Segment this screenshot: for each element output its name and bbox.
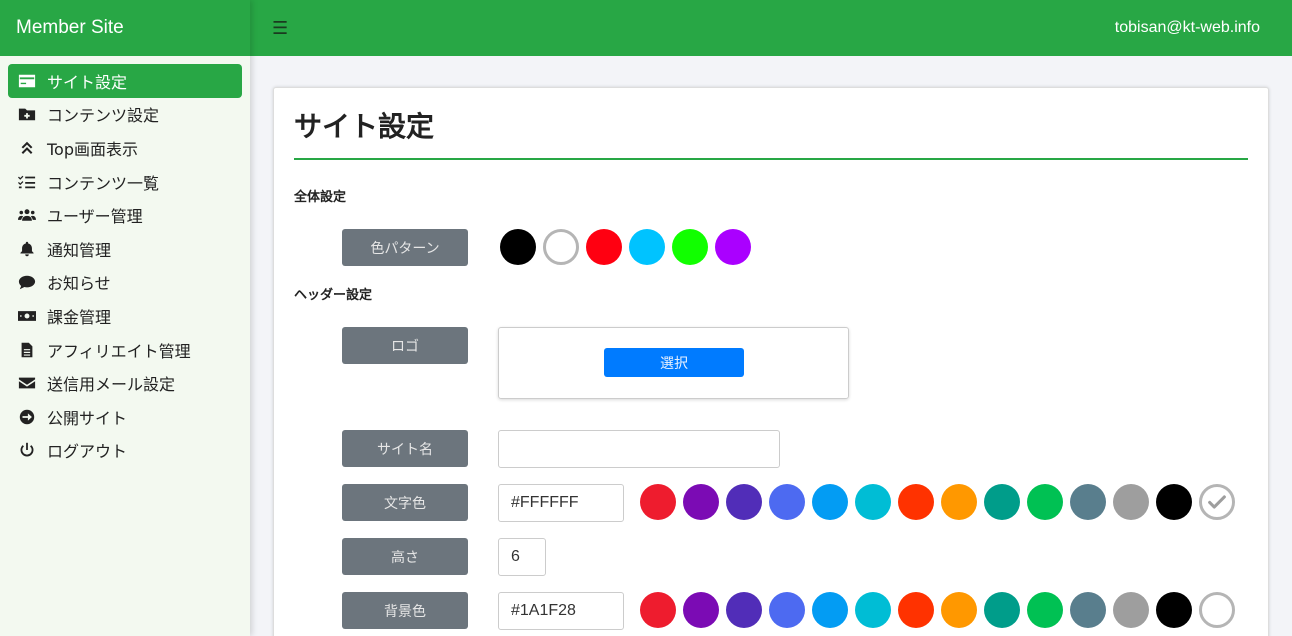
height-input[interactable]	[498, 538, 546, 576]
height-label: 高さ	[342, 538, 468, 575]
color-swatch[interactable]	[672, 229, 708, 265]
color-swatch[interactable]	[855, 484, 891, 520]
sidebar-item-affiliate[interactable]: アフィリエイト管理	[8, 333, 242, 367]
sidebar-item-label: 送信用メール設定	[47, 375, 176, 395]
arrow-circle-right-icon	[16, 408, 38, 426]
color-swatch[interactable]	[683, 592, 719, 628]
site-name-input[interactable]	[498, 430, 780, 468]
color-swatch[interactable]	[1027, 484, 1063, 520]
color-swatch[interactable]	[941, 484, 977, 520]
sidebar-item-content-list[interactable]: コンテンツ一覧	[8, 165, 242, 199]
color-swatch[interactable]	[1027, 592, 1063, 628]
folder-plus-icon	[16, 105, 38, 123]
color-swatch[interactable]	[629, 229, 665, 265]
color-swatch[interactable]	[898, 592, 934, 628]
sidebar-item-content-settings[interactable]: コンテンツ設定	[8, 98, 242, 132]
color-swatch[interactable]	[769, 592, 805, 628]
bell-icon	[16, 240, 38, 258]
color-swatch[interactable]	[726, 484, 762, 520]
user-email[interactable]: tobisan@kt-web.info	[1115, 19, 1260, 37]
sidebar-item-label: お知らせ	[47, 274, 111, 294]
sidebar-item-label: コンテンツ設定	[47, 106, 160, 126]
sidebar: Member Site サイト設定 コンテンツ設定 Top画面表示 コンテンツ一…	[0, 0, 250, 636]
sidebar-item-notifications[interactable]: 通知管理	[8, 232, 242, 266]
sidebar-item-user-management[interactable]: ユーザー管理	[8, 198, 242, 232]
check-icon	[1208, 495, 1226, 509]
users-icon	[16, 206, 38, 224]
color-swatch[interactable]	[500, 229, 536, 265]
color-swatch[interactable]	[812, 484, 848, 520]
color-swatch[interactable]	[715, 229, 751, 265]
color-swatch[interactable]	[941, 592, 977, 628]
color-swatch[interactable]	[1113, 592, 1149, 628]
sidebar-item-label: アフィリエイト管理	[47, 341, 191, 361]
color-swatch[interactable]	[984, 484, 1020, 520]
top-bar: ☰ tobisan@kt-web.info	[250, 0, 1292, 56]
color-swatch[interactable]	[855, 592, 891, 628]
angle-double-up-icon	[16, 139, 38, 157]
color-swatch[interactable]	[640, 592, 676, 628]
money-bill-icon	[16, 307, 38, 325]
envelope-icon	[16, 374, 38, 392]
color-swatch[interactable]	[640, 484, 676, 520]
sidebar-nav: サイト設定 コンテンツ設定 Top画面表示 コンテンツ一覧 ユーザー管理 通知管…	[0, 56, 250, 467]
logo-upload-box: 選択	[498, 327, 849, 399]
color-pattern-label: 色パターン	[342, 229, 468, 266]
sidebar-item-public-site[interactable]: 公開サイト	[8, 400, 242, 434]
sidebar-item-label: 通知管理	[47, 240, 112, 260]
sidebar-item-label: ログアウト	[47, 442, 128, 462]
color-swatch[interactable]	[726, 592, 762, 628]
color-swatch[interactable]	[683, 484, 719, 520]
sidebar-item-mail-settings[interactable]: 送信用メール設定	[8, 366, 242, 400]
power-off-icon	[16, 441, 38, 459]
color-swatch[interactable]	[769, 484, 805, 520]
sidebar-item-top-display[interactable]: Top画面表示	[8, 131, 242, 165]
color-swatch[interactable]	[586, 229, 622, 265]
site-name-label: サイト名	[342, 430, 468, 467]
title-divider	[294, 158, 1248, 160]
credit-card-icon	[16, 72, 38, 90]
color-swatch[interactable]	[898, 484, 934, 520]
color-swatch[interactable]	[1199, 592, 1235, 628]
file-alt-icon	[16, 341, 38, 359]
sidebar-item-billing[interactable]: 課金管理	[8, 299, 242, 333]
sidebar-item-label: サイト設定	[47, 72, 128, 92]
color-swatch[interactable]	[1070, 484, 1106, 520]
sidebar-item-label: 課金管理	[47, 307, 112, 327]
page-title: サイト設定	[294, 110, 435, 143]
text-color-label: 文字色	[342, 484, 468, 521]
brand-title[interactable]: Member Site	[0, 0, 250, 56]
bg-color-input[interactable]	[498, 592, 624, 630]
settings-card: サイト設定 全体設定 色パターン ヘッダー設定 ロゴ 選択 サイト名 文字色 高…	[273, 87, 1269, 636]
color-swatch[interactable]	[543, 229, 579, 265]
section-heading-overall: 全体設定	[294, 190, 347, 205]
color-swatch[interactable]	[1199, 484, 1235, 520]
color-swatch[interactable]	[812, 592, 848, 628]
logo-label: ロゴ	[342, 327, 468, 364]
sidebar-item-label: Top画面表示	[47, 139, 139, 159]
logo-select-button[interactable]: 選択	[604, 348, 744, 377]
sidebar-item-label: コンテンツ一覧	[47, 173, 160, 193]
color-swatch[interactable]	[1156, 592, 1192, 628]
section-heading-header: ヘッダー設定	[294, 288, 373, 303]
sidebar-item-label: ユーザー管理	[47, 207, 143, 227]
sidebar-item-news[interactable]: お知らせ	[8, 266, 242, 300]
sidebar-item-logout[interactable]: ログアウト	[8, 434, 242, 468]
sidebar-item-site-settings[interactable]: サイト設定	[8, 64, 242, 98]
color-swatch[interactable]	[1156, 484, 1192, 520]
comment-icon	[16, 273, 38, 291]
bg-color-label: 背景色	[342, 592, 468, 629]
menu-toggle-icon[interactable]: ☰	[272, 18, 288, 39]
color-swatch[interactable]	[1113, 484, 1149, 520]
text-color-input[interactable]	[498, 484, 624, 522]
color-swatch[interactable]	[984, 592, 1020, 628]
sidebar-item-label: 公開サイト	[47, 408, 128, 428]
color-swatch[interactable]	[1070, 592, 1106, 628]
tasks-icon	[16, 173, 38, 191]
